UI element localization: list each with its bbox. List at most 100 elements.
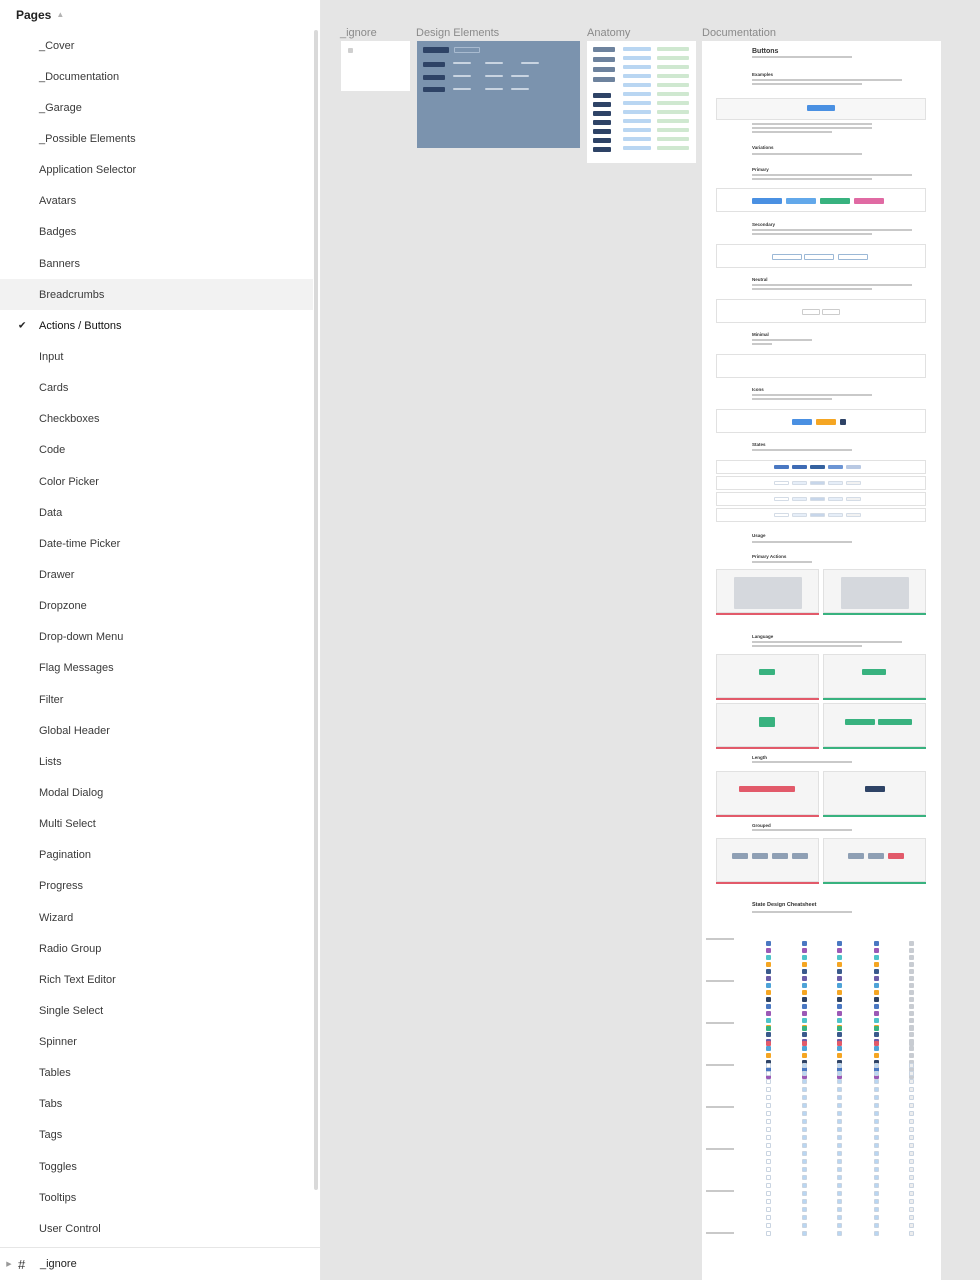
thumb-bar [623, 92, 651, 96]
page-item-global-header[interactable]: Global Header [0, 715, 313, 746]
page-item-banners[interactable]: Banners [0, 248, 313, 279]
frame-design-elements[interactable] [417, 41, 580, 148]
grouped-button [848, 853, 864, 859]
frame-label-ignore[interactable]: _ignore [340, 27, 377, 39]
page-item-tabs[interactable]: Tabs [0, 1089, 313, 1120]
variation-secondary-button [772, 254, 802, 260]
page-item-input[interactable]: Input [0, 341, 313, 372]
page-item-color-picker[interactable]: Color Picker [0, 466, 313, 497]
page-item-garage[interactable]: _Garage [0, 92, 313, 123]
page-item-tooltips[interactable]: Tooltips [0, 1182, 313, 1213]
doc-section-examples: Examples [752, 72, 774, 77]
page-item-drawer[interactable]: Drawer [0, 559, 313, 590]
page-item-drop-down-menu[interactable]: Drop-down Menu [0, 622, 313, 653]
cheatsheet-swatch [802, 1215, 807, 1220]
page-item-label: Dropzone [39, 600, 87, 613]
page-item-cards[interactable]: Cards [0, 373, 313, 404]
page-item-documentation[interactable]: _Documentation [0, 61, 313, 92]
cheatsheet-swatch [837, 1151, 842, 1156]
cheatsheet-swatch [874, 1191, 879, 1196]
page-item-date-time-picker[interactable]: Date-time Picker [0, 528, 313, 559]
frame-label-anatomy[interactable]: Anatomy [587, 27, 630, 39]
cheatsheet-swatch [909, 1151, 914, 1156]
cheatsheet-swatch [802, 1026, 807, 1031]
page-item-code[interactable]: Code [0, 435, 313, 466]
cheatsheet-swatch [837, 948, 842, 953]
cheatsheet-swatch [837, 1207, 842, 1212]
page-item-toggles[interactable]: Toggles [0, 1151, 313, 1182]
scrollbar-thumb[interactable] [314, 30, 318, 1190]
page-item-label: Modal Dialog [39, 786, 104, 799]
cheatsheet-swatch [802, 1191, 807, 1196]
doc-section-secondary: Secondary [752, 222, 776, 227]
page-item-label: Cards [39, 382, 69, 395]
thumb-bar [657, 74, 689, 78]
page-item-modal-dialog[interactable]: Modal Dialog [0, 777, 313, 808]
grouped-button [772, 853, 788, 859]
language-button [845, 719, 875, 725]
frame-label-design-elements[interactable]: Design Elements [416, 27, 499, 39]
chevron-up-icon[interactable]: ▲ [56, 10, 64, 19]
page-item-label: Input [39, 350, 64, 363]
pages-header[interactable]: Pages ▲ [0, 0, 321, 30]
page-item-spinner[interactable]: Spinner [0, 1027, 313, 1058]
cheatsheet-swatch [909, 1011, 914, 1016]
design-canvas[interactable]: _ignore Design Elements Anatomy Document… [322, 0, 980, 1280]
thumb-button [593, 129, 611, 134]
cheatsheet-swatch [909, 1175, 914, 1180]
cheatsheet-swatch [802, 1103, 807, 1108]
cheatsheet-swatch [909, 1095, 914, 1100]
layer-row-ignore[interactable]: ▶ # _ignore [0, 1247, 321, 1280]
page-item-data[interactable]: Data [0, 497, 313, 528]
page-list-scrollbar[interactable] [313, 30, 319, 1240]
page-item-checkboxes[interactable]: Checkboxes [0, 404, 313, 435]
dont-rule [716, 815, 819, 817]
cheatsheet-swatch [802, 1135, 807, 1140]
variation-primary-button [752, 198, 782, 204]
frame-ignore[interactable] [341, 41, 410, 91]
frame-label-documentation[interactable]: Documentation [702, 27, 776, 39]
page-item-progress[interactable]: Progress [0, 871, 313, 902]
page-item-radio-group[interactable]: Radio Group [0, 933, 313, 964]
cheatsheet-swatch [766, 1095, 771, 1100]
doc-text-line [752, 641, 902, 643]
cheatsheet-swatch [766, 1063, 771, 1068]
page-item-badges[interactable]: Badges [0, 217, 313, 248]
page-item-tags[interactable]: Tags [0, 1120, 313, 1151]
grouped-button [792, 853, 808, 859]
page-item-pagination[interactable]: Pagination [0, 840, 313, 871]
page-item-label: Badges [39, 226, 77, 239]
frame-documentation[interactable]: Buttons Examples Variations Primary Seco… [702, 41, 941, 1280]
page-item-cover[interactable]: _Cover [0, 30, 313, 61]
page-item-breadcrumbs[interactable]: Breadcrumbs [0, 279, 313, 311]
cheatsheet-swatch [802, 1159, 807, 1164]
page-item-actions-buttons[interactable]: ✔ Actions / Buttons [0, 310, 313, 341]
page-item-filter[interactable]: Filter [0, 684, 313, 715]
page-item-single-select[interactable]: Single Select [0, 995, 313, 1026]
page-item-rich-text-editor[interactable]: Rich Text Editor [0, 964, 313, 995]
page-item-label: Tags [39, 1129, 63, 1142]
language-button [759, 717, 775, 727]
page-item-flag-messages[interactable]: Flag Messages [0, 653, 313, 684]
page-item-lists[interactable]: Lists [0, 746, 313, 777]
cheatsheet-swatch [874, 976, 879, 981]
page-item-avatars[interactable]: Avatars [0, 186, 313, 217]
page-item-multi-select[interactable]: Multi Select [0, 809, 313, 840]
caret-right-icon[interactable]: ▶ [0, 1260, 18, 1268]
frame-anatomy[interactable] [587, 41, 696, 163]
page-item-dropzone[interactable]: Dropzone [0, 591, 313, 622]
cheatsheet-swatch [909, 1231, 914, 1236]
page-item-wizard[interactable]: Wizard [0, 902, 313, 933]
state-swatch [828, 465, 843, 469]
cheatsheet-swatch [837, 1111, 842, 1116]
cheatsheet-swatch [766, 990, 771, 995]
page-item-user-control[interactable]: User Control [0, 1213, 313, 1244]
page-item-application-selector[interactable]: Application Selector [0, 155, 313, 186]
cheatsheet-swatch [802, 955, 807, 960]
page-item-possible-elements[interactable]: _Possible Elements [0, 123, 313, 154]
cheatsheet-swatch [874, 1087, 879, 1092]
length-button [739, 786, 795, 792]
page-item-tables[interactable]: Tables [0, 1058, 313, 1089]
cheatsheet-swatch [766, 1079, 771, 1084]
page-item-label: Actions / Buttons [39, 319, 122, 332]
